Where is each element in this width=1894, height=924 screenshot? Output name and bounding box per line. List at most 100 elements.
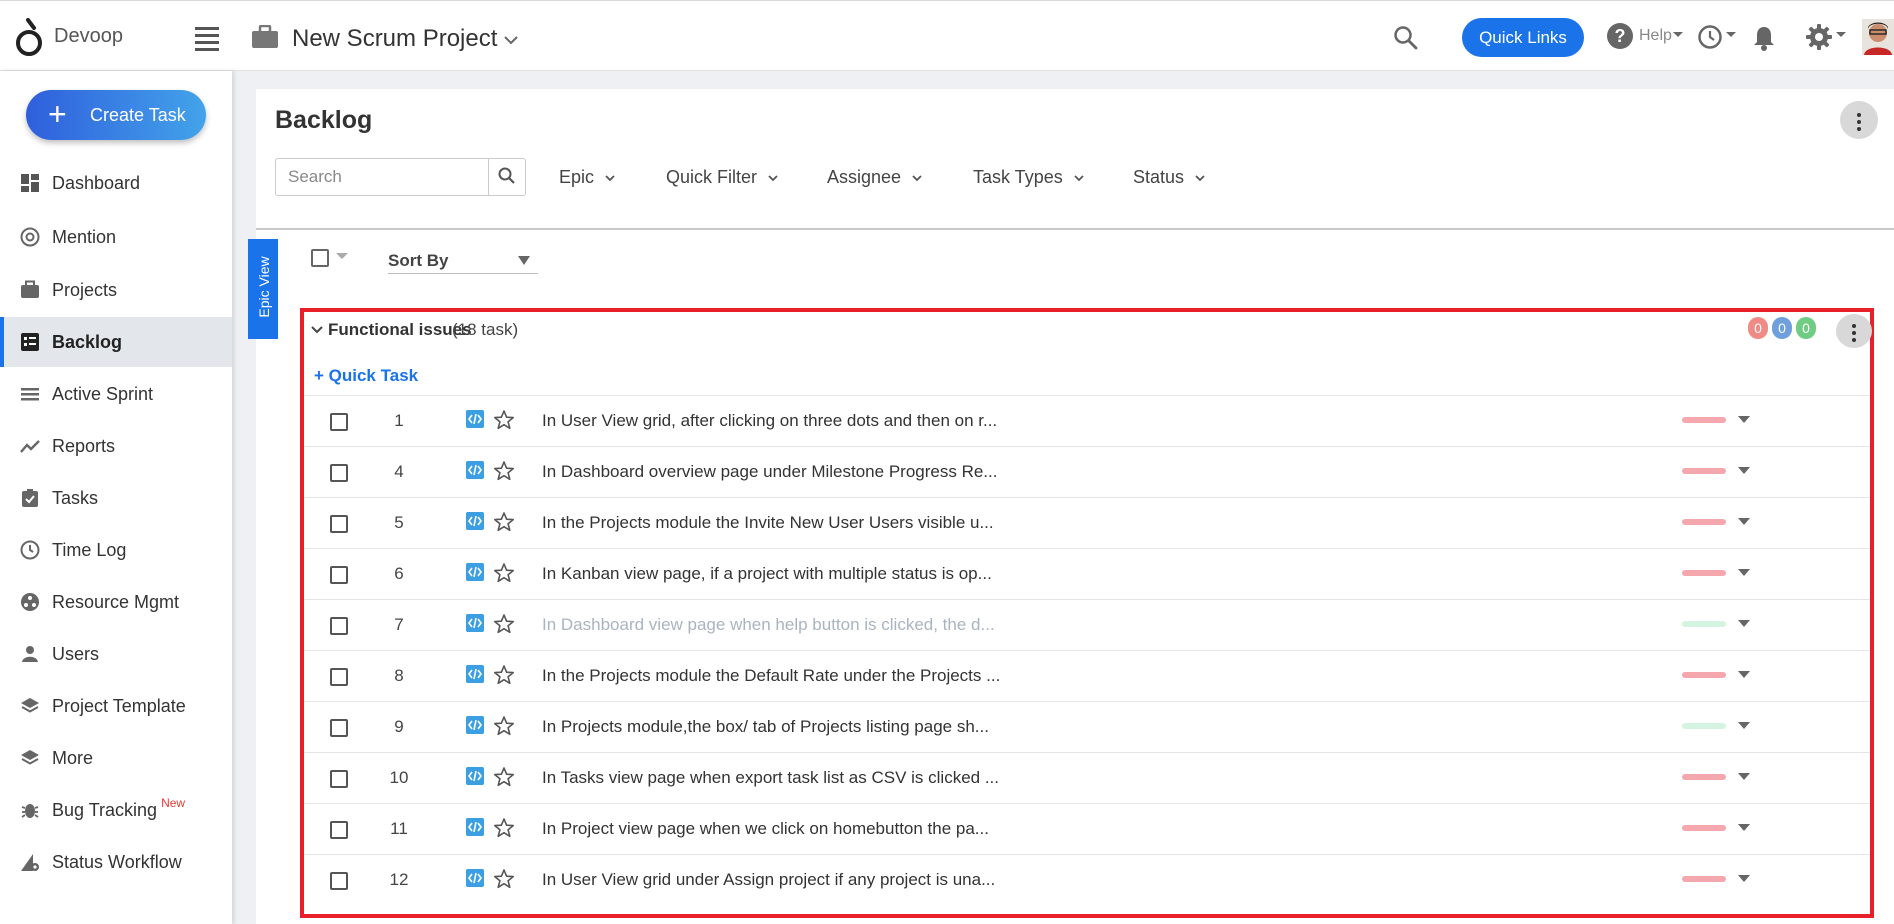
star-icon[interactable] <box>493 715 515 737</box>
task-row[interactable]: 4 In Dashboard overview page under Milest… <box>304 446 1870 497</box>
caret-down-icon[interactable] <box>1738 620 1750 633</box>
group-more-options-icon[interactable] <box>1836 314 1872 348</box>
priority-indicator[interactable] <box>1682 519 1726 525</box>
caret-down-icon[interactable] <box>1738 722 1750 735</box>
task-row[interactable]: 10 In Tasks view page when export task li… <box>304 752 1870 803</box>
help-icon[interactable]: ? <box>1607 23 1633 49</box>
caret-down-icon[interactable] <box>1836 32 1846 42</box>
star-icon[interactable] <box>493 664 515 686</box>
sidebar-item-projects[interactable]: Projects <box>0 265 232 315</box>
caret-down-icon[interactable] <box>1726 32 1736 42</box>
task-checkbox[interactable] <box>330 668 348 686</box>
search-button[interactable] <box>488 158 526 196</box>
gear-icon[interactable] <box>1805 23 1833 51</box>
task-row[interactable]: 7 In Dashboard view page when help button… <box>304 599 1870 650</box>
task-row[interactable]: 6 In Kanban view page, if a project with … <box>304 548 1870 599</box>
task-title[interactable]: In Tasks view page when export task list… <box>542 768 999 788</box>
task-row[interactable]: 5 In the Projects module the Invite New U… <box>304 497 1870 548</box>
sort-by-select[interactable]: Sort By <box>388 241 538 274</box>
filter-epic[interactable]: Epic <box>559 167 616 188</box>
quick-task-link[interactable]: + Quick Task <box>314 366 418 386</box>
priority-indicator[interactable] <box>1682 621 1726 627</box>
task-row[interactable]: 8 In the Projects module the Default Rate… <box>304 650 1870 701</box>
filter-assignee[interactable]: Assignee <box>827 167 923 188</box>
task-checkbox[interactable] <box>330 770 348 788</box>
task-title[interactable]: In Project view page when we click on ho… <box>542 819 989 839</box>
sidebar-item-active-sprint[interactable]: Active Sprint <box>0 369 232 419</box>
star-icon[interactable] <box>493 766 515 788</box>
sidebar-item-reports[interactable]: Reports <box>0 421 232 471</box>
sidebar-item-users[interactable]: Users <box>0 629 232 679</box>
epic-view-tab[interactable]: Epic View <box>248 239 278 339</box>
caret-down-icon[interactable] <box>1738 569 1750 582</box>
task-checkbox[interactable] <box>330 515 348 533</box>
task-title[interactable]: In Dashboard overview page under Milesto… <box>542 462 997 482</box>
task-row[interactable]: 11 In Project view page when we click on … <box>304 803 1870 854</box>
avatar[interactable] <box>1862 19 1894 55</box>
task-checkbox[interactable] <box>330 719 348 737</box>
sidebar-item-more[interactable]: More <box>0 733 232 783</box>
caret-down-icon[interactable] <box>1738 671 1750 684</box>
chevron-down-icon[interactable] <box>500 29 522 51</box>
sidebar-item-resource-mgmt[interactable]: Resource Mgmt <box>0 577 232 627</box>
caret-down-icon[interactable] <box>1738 467 1750 480</box>
task-checkbox[interactable] <box>330 617 348 635</box>
task-checkbox[interactable] <box>330 413 348 431</box>
priority-indicator[interactable] <box>1682 417 1726 423</box>
task-title[interactable]: In User View grid under Assign project i… <box>542 870 995 890</box>
sidebar-item-bug-tracking[interactable]: Bug Tracking New <box>0 785 232 835</box>
group-title[interactable]: Functional issues <box>328 320 472 340</box>
project-title[interactable]: New Scrum Project <box>292 25 497 53</box>
sidebar-item-mention[interactable]: Mention <box>0 212 232 262</box>
filter-status[interactable]: Status <box>1133 167 1206 188</box>
sidebar-item-tasks[interactable]: Tasks <box>0 473 232 523</box>
priority-indicator[interactable] <box>1682 570 1726 576</box>
filter-task-types[interactable]: Task Types <box>973 167 1085 188</box>
star-icon[interactable] <box>493 613 515 635</box>
quick-links-button[interactable]: Quick Links <box>1462 18 1584 57</box>
chevron-down-icon[interactable] <box>310 324 324 336</box>
sidebar-item-time-log[interactable]: Time Log <box>0 525 232 575</box>
priority-indicator[interactable] <box>1682 774 1726 780</box>
clock-icon[interactable] <box>1697 24 1723 50</box>
task-row[interactable]: 9 In Projects module,the box/ tab of Proj… <box>304 701 1870 752</box>
task-title[interactable]: In the Projects module the Default Rate … <box>542 666 1000 686</box>
create-task-button[interactable]: + Create Task <box>26 90 206 140</box>
star-icon[interactable] <box>493 562 515 584</box>
task-title[interactable]: In Dashboard view page when help button … <box>542 615 995 635</box>
caret-down-icon[interactable] <box>1738 773 1750 786</box>
caret-down-icon[interactable] <box>1738 416 1750 429</box>
sidebar-item-status-workflow[interactable]: Status Workflow <box>0 837 232 887</box>
star-icon[interactable] <box>493 817 515 839</box>
bell-icon[interactable] <box>1751 24 1777 52</box>
priority-indicator[interactable] <box>1682 468 1726 474</box>
priority-indicator[interactable] <box>1682 723 1726 729</box>
star-icon[interactable] <box>493 460 515 482</box>
hamburger-menu-icon[interactable] <box>195 27 219 51</box>
caret-down-icon[interactable] <box>1673 32 1683 42</box>
caret-down-icon[interactable] <box>1738 824 1750 837</box>
caret-down-icon[interactable] <box>1738 875 1750 888</box>
devoop-logo-icon[interactable] <box>14 16 44 58</box>
star-icon[interactable] <box>493 409 515 431</box>
filter-quick-filter[interactable]: Quick Filter <box>666 167 779 188</box>
priority-indicator[interactable] <box>1682 672 1726 678</box>
task-checkbox[interactable] <box>330 821 348 839</box>
search-icon[interactable] <box>1393 25 1419 51</box>
caret-down-icon[interactable] <box>1738 518 1750 531</box>
task-title[interactable]: In the Projects module the Invite New Us… <box>542 513 994 533</box>
priority-indicator[interactable] <box>1682 876 1726 882</box>
task-checkbox[interactable] <box>330 872 348 890</box>
sidebar-item-dashboard[interactable]: Dashboard <box>0 158 232 208</box>
sidebar-item-backlog[interactable]: Backlog <box>0 317 232 367</box>
help-label[interactable]: Help <box>1639 27 1672 45</box>
task-title[interactable]: In User View grid, after clicking on thr… <box>542 411 997 431</box>
caret-down-icon[interactable] <box>336 253 348 265</box>
more-options-icon[interactable] <box>1840 101 1878 139</box>
priority-indicator[interactable] <box>1682 825 1726 831</box>
task-title[interactable]: In Projects module,the box/ tab of Proje… <box>542 717 989 737</box>
search-input[interactable] <box>275 158 489 196</box>
sidebar-item-project-template[interactable]: Project Template <box>0 681 232 731</box>
task-title[interactable]: In Kanban view page, if a project with m… <box>542 564 992 584</box>
task-row[interactable]: 12 In User View grid under Assign project… <box>304 854 1870 905</box>
